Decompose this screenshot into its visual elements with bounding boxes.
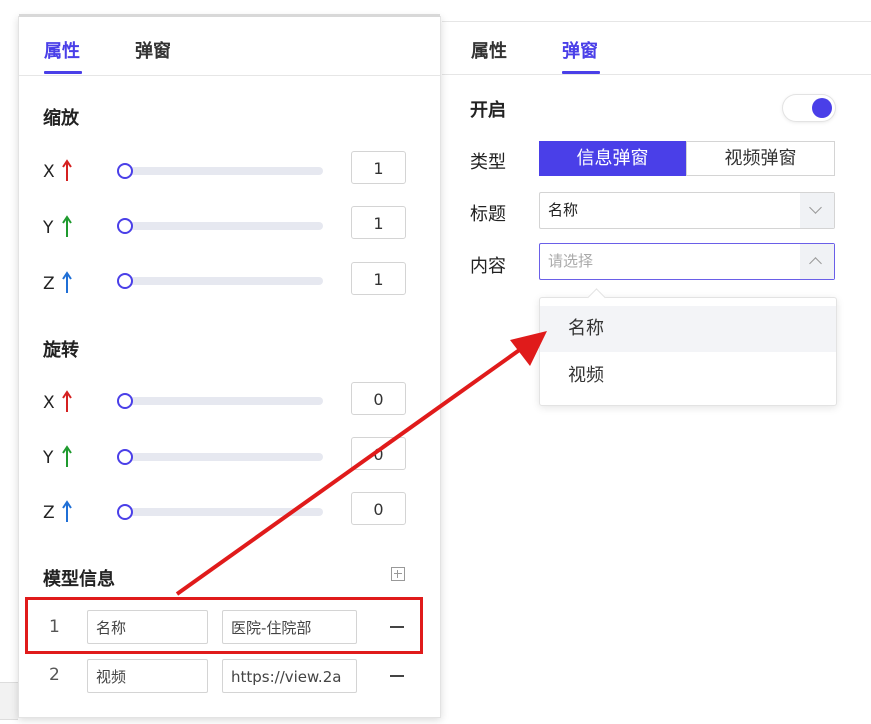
top-divider — [442, 21, 871, 22]
tabs-divider — [442, 74, 871, 75]
type-label: 类型 — [470, 152, 506, 173]
y-axis-arrow-icon — [62, 215, 72, 237]
rotation-y-input[interactable]: 0 — [351, 437, 406, 470]
scale-section-title: 缩放 — [43, 108, 79, 129]
minus-icon[interactable] — [390, 626, 404, 628]
model-info-row-index: 2 — [49, 665, 60, 685]
minus-icon[interactable] — [390, 675, 404, 677]
scale-y-input[interactable]: 1 — [351, 206, 406, 239]
tab-properties[interactable]: 属性 — [471, 37, 507, 63]
model-info-key-input[interactable]: 视频 — [87, 659, 208, 693]
model-info-value-input[interactable]: https://view.2a — [222, 659, 357, 693]
rotation-z-input[interactable]: 0 — [351, 492, 406, 525]
z-axis-arrow-icon — [62, 500, 72, 522]
scale-z-slider[interactable] — [117, 273, 323, 289]
chevron-down-icon[interactable] — [800, 193, 834, 228]
properties-panel: 属性 弹窗 缩放 X 1 Y 1 Z 1 旋转 X 0 Y 0 Z 0 模型信息… — [18, 14, 441, 718]
title-select-value: 名称 — [548, 201, 579, 219]
dropdown-option-name[interactable]: 名称 — [540, 306, 836, 352]
active-tab-underline — [44, 71, 82, 74]
rotation-y-slider[interactable] — [117, 449, 323, 465]
content-label: 内容 — [470, 256, 506, 277]
model-info-key-input[interactable]: 名称 — [87, 610, 208, 644]
scale-z-label: Z — [43, 274, 55, 294]
rotation-y-label: Y — [43, 448, 54, 468]
scale-y-slider[interactable] — [117, 218, 323, 234]
x-axis-arrow-icon — [62, 390, 72, 412]
scale-x-input[interactable]: 1 — [351, 151, 406, 184]
scale-x-label: X — [43, 162, 55, 182]
model-info-row-index: 1 — [49, 617, 60, 637]
content-select-placeholder: 请选择 — [548, 252, 594, 270]
info-popup-button[interactable]: 信息弹窗 — [539, 141, 686, 176]
model-info-value-input[interactable]: 医院-住院部 — [222, 610, 357, 644]
toggle-knob — [812, 98, 832, 118]
content-select[interactable]: 请选择 — [539, 243, 835, 280]
slider-thumb[interactable] — [117, 218, 133, 234]
scale-y-label: Y — [43, 218, 54, 238]
popup-settings-panel: 属性 弹窗 开启 类型 信息弹窗 视频弹窗 标题 名称 内容 请选择 名称 视频 — [442, 0, 871, 724]
model-info-section-title: 模型信息 — [43, 569, 115, 590]
enable-toggle[interactable] — [783, 95, 835, 121]
title-label: 标题 — [470, 204, 506, 225]
rotation-x-input[interactable]: 0 — [351, 382, 406, 415]
title-select[interactable]: 名称 — [539, 192, 835, 229]
scale-z-input[interactable]: 1 — [351, 262, 406, 295]
tab-properties[interactable]: 属性 — [44, 37, 80, 63]
slider-thumb[interactable] — [117, 504, 133, 520]
tab-popup[interactable]: 弹窗 — [135, 37, 171, 63]
rotation-section-title: 旋转 — [43, 340, 79, 361]
rotation-z-label: Z — [43, 503, 55, 523]
slider-thumb[interactable] — [117, 449, 133, 465]
background-strip — [0, 682, 18, 720]
slider-thumb[interactable] — [117, 393, 133, 409]
content-dropdown-menu: 名称 视频 — [539, 288, 837, 406]
video-popup-button[interactable]: 视频弹窗 — [686, 141, 835, 176]
rotation-z-slider[interactable] — [117, 504, 323, 520]
slider-thumb[interactable] — [117, 163, 133, 179]
z-axis-arrow-icon — [62, 271, 72, 293]
x-axis-arrow-icon — [62, 159, 72, 181]
dropdown-caret — [587, 288, 606, 307]
enable-label: 开启 — [470, 100, 506, 121]
y-axis-arrow-icon — [62, 445, 72, 467]
chevron-up-icon[interactable] — [800, 244, 834, 279]
dropdown-option-video[interactable]: 视频 — [540, 353, 836, 399]
rotation-x-slider[interactable] — [117, 393, 323, 409]
rotation-x-label: X — [43, 393, 55, 413]
slider-thumb[interactable] — [117, 273, 133, 289]
plus-square-icon[interactable] — [391, 567, 405, 581]
tab-bar: 属性 弹窗 — [19, 17, 440, 76]
tab-popup[interactable]: 弹窗 — [562, 37, 598, 63]
scale-x-slider[interactable] — [117, 163, 323, 179]
